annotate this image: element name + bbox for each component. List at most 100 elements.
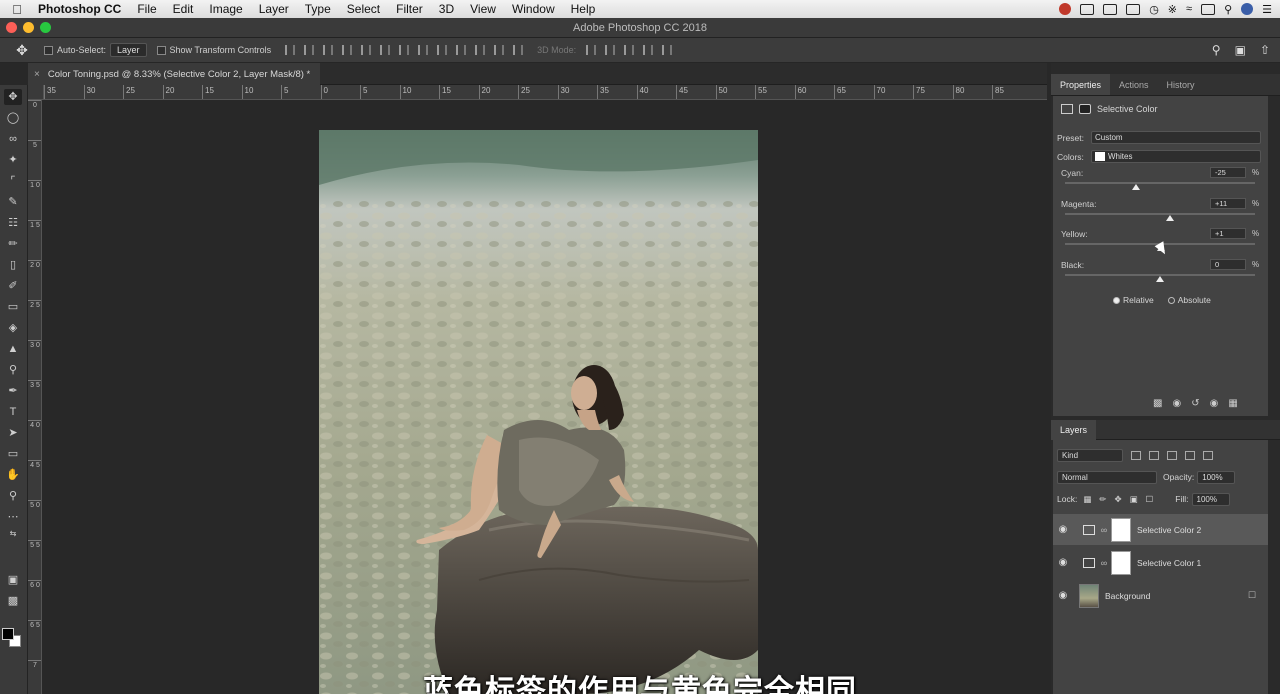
layer-name[interactable]: Background	[1105, 591, 1150, 601]
move-tool-icon[interactable]: ✥	[4, 89, 22, 105]
menu-select[interactable]: Select	[339, 0, 388, 18]
move-tool-icon[interactable]: ✥	[0, 42, 44, 59]
document-image[interactable]	[319, 130, 758, 694]
lock-artboard-icon[interactable]: ▣	[1130, 494, 1138, 505]
dodge-tool-icon[interactable]: ⚲	[4, 362, 22, 378]
show-transform-checkbox[interactable]	[156, 45, 166, 55]
close-window-button[interactable]	[6, 22, 17, 33]
clip-to-layer-icon[interactable]: ▩	[1153, 398, 1162, 409]
3d-slide-icon[interactable]	[643, 45, 654, 55]
screen-icon[interactable]	[1080, 3, 1095, 15]
lock-paint-icon[interactable]: ✏	[1099, 494, 1106, 505]
relative-radio[interactable]	[1113, 297, 1120, 305]
filter-shape-icon[interactable]	[1185, 450, 1195, 460]
lock-position-icon[interactable]: ✥	[1114, 494, 1121, 505]
layer-filter-dropdown[interactable]: Kind	[1057, 448, 1123, 462]
blur-tool-icon[interactable]: ▲	[4, 341, 22, 357]
align-bottom-icon[interactable]	[323, 45, 334, 55]
mask-icon[interactable]	[1079, 104, 1091, 114]
rectangle-tool-icon[interactable]: ▭	[4, 446, 22, 462]
distribute-vcenter-icon[interactable]	[418, 45, 429, 55]
creative-cloud-icon[interactable]	[1059, 3, 1072, 15]
align-left-icon[interactable]	[342, 45, 353, 55]
eye-icon[interactable]: ◉	[1053, 557, 1073, 568]
bluetooth-icon[interactable]: ※	[1168, 3, 1177, 16]
background-thumbnail[interactable]	[1079, 583, 1099, 608]
menu-file[interactable]: File	[129, 0, 164, 18]
relative-option[interactable]: Relative	[1113, 295, 1154, 305]
3d-orbit-icon[interactable]	[586, 45, 597, 55]
magenta-value-input[interactable]: +11	[1210, 197, 1246, 209]
delete-icon[interactable]: ▦	[1228, 398, 1237, 409]
lasso-tool-icon[interactable]: ∞	[4, 131, 22, 147]
3d-pan-icon[interactable]	[624, 45, 635, 55]
layer-row-background[interactable]: ◉ Background ☐	[1053, 580, 1268, 611]
hand-tool-icon[interactable]: ✋	[4, 467, 22, 483]
layer-name[interactable]: Selective Color 1	[1137, 558, 1201, 568]
zoom-window-button[interactable]	[40, 22, 51, 33]
fill-input[interactable]: 100%	[1191, 492, 1230, 506]
cyan-slider-track[interactable]	[1065, 182, 1255, 184]
tab-history[interactable]: History	[1158, 74, 1204, 95]
airplay-icon[interactable]	[1126, 3, 1141, 15]
absolute-option[interactable]: Absolute	[1167, 295, 1211, 305]
preset-dropdown[interactable]: Custom	[1091, 131, 1261, 144]
layer-mask-thumbnail[interactable]	[1111, 517, 1131, 542]
magenta-slider-track[interactable]	[1065, 212, 1255, 215]
menu-window[interactable]: Window	[504, 0, 563, 18]
workspace-icon[interactable]: ▣	[1235, 43, 1246, 57]
bluetooth-badge-icon[interactable]	[1103, 3, 1118, 15]
distribute-bottom-icon[interactable]	[437, 45, 448, 55]
quick-mask-icon[interactable]: ▣	[4, 572, 22, 588]
menu-help[interactable]: Help	[563, 0, 604, 18]
absolute-radio[interactable]	[1167, 297, 1175, 305]
align-vcenter-icon[interactable]	[304, 45, 315, 55]
cyan-value-input[interactable]: -25	[1210, 167, 1246, 178]
menu-view[interactable]: View	[462, 0, 504, 18]
healing-brush-tool-icon[interactable]: ☷	[4, 215, 22, 231]
filter-pixel-icon[interactable]	[1131, 450, 1141, 460]
menu-list-icon[interactable]: ☰	[1262, 3, 1272, 16]
eyedropper-tool-icon[interactable]: ✎	[4, 194, 22, 210]
tab-layers[interactable]: Layers	[1051, 420, 1097, 440]
zoom-tool-icon[interactable]: ⚲	[4, 488, 22, 504]
time-machine-icon[interactable]: ◷	[1149, 3, 1159, 16]
document-tab[interactable]: × Color Toning.psd @ 8.33% (Selective Co…	[28, 63, 321, 85]
paint-bucket-tool-icon[interactable]: ◈	[4, 320, 22, 336]
history-brush-tool-icon[interactable]: ✐	[4, 278, 22, 294]
black-slider-thumb[interactable]	[1156, 275, 1164, 282]
horizontal-ruler[interactable]: 35 30 25 20 15 10 5 0 5 10 15 20 25 30 35 40 45 50 55 60 65 7…	[44, 85, 1047, 100]
lock-pixels-icon[interactable]: ▦	[1083, 494, 1091, 505]
magenta-slider-thumb[interactable]	[1166, 214, 1175, 221]
brush-tool-icon[interactable]: ✏	[4, 236, 22, 252]
reset-icon[interactable]: ↺	[1191, 398, 1199, 409]
eye-icon[interactable]: ◉	[1053, 524, 1073, 535]
screen-mode-icon[interactable]: ▩	[4, 593, 22, 609]
layer-mask-thumbnail[interactable]	[1111, 550, 1131, 575]
filter-smart-object-icon[interactable]	[1203, 450, 1213, 460]
menu-app-name[interactable]: Photoshop CC	[34, 0, 129, 18]
swap-colors-icon[interactable]: ⇆	[4, 526, 22, 542]
3d-roll-icon[interactable]	[605, 45, 616, 55]
layer-row-selective-color-2[interactable]: ◉ ∞ Selective Color 2	[1053, 514, 1268, 545]
tab-properties[interactable]: Properties	[1051, 74, 1111, 95]
battery-icon[interactable]	[1201, 3, 1216, 15]
colors-dropdown[interactable]: Whites	[1091, 150, 1261, 163]
layer-row-selective-color-1[interactable]: ◉ ∞ Selective Color 1	[1053, 547, 1268, 578]
visibility-icon[interactable]: ◉	[1210, 398, 1219, 409]
black-value-input[interactable]: 0	[1210, 258, 1246, 270]
layer-name[interactable]: Selective Color 2	[1137, 525, 1201, 535]
siri-icon[interactable]	[1241, 3, 1254, 15]
magic-wand-tool-icon[interactable]: ✦	[4, 152, 22, 168]
3d-scale-icon[interactable]	[662, 45, 673, 55]
edit-toolbar-icon[interactable]: ⋯	[4, 509, 22, 525]
ruler-origin[interactable]	[28, 85, 44, 100]
foreground-color-swatch[interactable]	[2, 628, 14, 640]
link-icon[interactable]: ∞	[1099, 558, 1109, 568]
close-tab-icon[interactable]: ×	[34, 69, 40, 80]
menu-type[interactable]: Type	[297, 0, 339, 18]
eye-icon[interactable]: ◉	[1053, 590, 1073, 601]
opacity-input[interactable]: 100%	[1197, 470, 1236, 484]
yellow-value-input[interactable]: +1	[1210, 228, 1246, 239]
search-icon[interactable]: ⚲	[1224, 3, 1232, 16]
